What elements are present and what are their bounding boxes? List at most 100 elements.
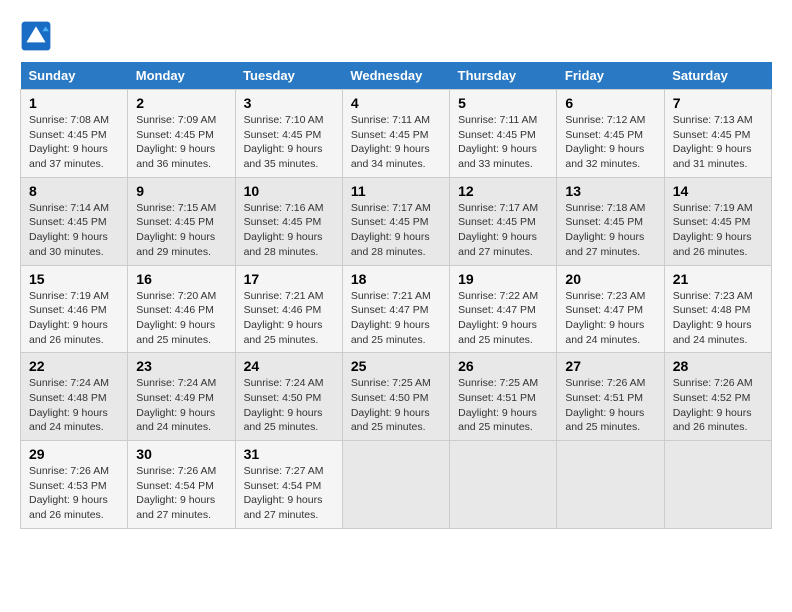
day-info: Sunrise: 7:19 AMSunset: 4:45 PMDaylight:… [673, 201, 763, 260]
day-info: Sunrise: 7:23 AMSunset: 4:47 PMDaylight:… [565, 289, 655, 348]
calendar-cell [450, 441, 557, 529]
calendar-cell: 23 Sunrise: 7:24 AMSunset: 4:49 PMDayligh… [128, 353, 235, 441]
day-info: Sunrise: 7:24 AMSunset: 4:49 PMDaylight:… [136, 376, 226, 435]
day-info: Sunrise: 7:18 AMSunset: 4:45 PMDaylight:… [565, 201, 655, 260]
day-number: 14 [673, 183, 763, 199]
day-info: Sunrise: 7:08 AMSunset: 4:45 PMDaylight:… [29, 113, 119, 172]
col-header-sunday: Sunday [21, 62, 128, 90]
week-row-4: 22 Sunrise: 7:24 AMSunset: 4:48 PMDayligh… [21, 353, 772, 441]
day-number: 8 [29, 183, 119, 199]
calendar-cell: 15 Sunrise: 7:19 AMSunset: 4:46 PMDayligh… [21, 265, 128, 353]
calendar-cell: 12 Sunrise: 7:17 AMSunset: 4:45 PMDayligh… [450, 177, 557, 265]
day-info: Sunrise: 7:09 AMSunset: 4:45 PMDaylight:… [136, 113, 226, 172]
day-number: 12 [458, 183, 548, 199]
calendar-cell: 27 Sunrise: 7:26 AMSunset: 4:51 PMDayligh… [557, 353, 664, 441]
day-number: 26 [458, 358, 548, 374]
day-number: 19 [458, 271, 548, 287]
day-number: 17 [244, 271, 334, 287]
day-info: Sunrise: 7:11 AMSunset: 4:45 PMDaylight:… [458, 113, 548, 172]
calendar-cell [342, 441, 449, 529]
calendar-cell: 5 Sunrise: 7:11 AMSunset: 4:45 PMDaylight… [450, 90, 557, 178]
day-info: Sunrise: 7:24 AMSunset: 4:50 PMDaylight:… [244, 376, 334, 435]
calendar-cell: 28 Sunrise: 7:26 AMSunset: 4:52 PMDayligh… [664, 353, 771, 441]
day-number: 23 [136, 358, 226, 374]
logo [20, 20, 56, 52]
day-number: 1 [29, 95, 119, 111]
calendar-cell: 7 Sunrise: 7:13 AMSunset: 4:45 PMDaylight… [664, 90, 771, 178]
day-number: 30 [136, 446, 226, 462]
day-info: Sunrise: 7:10 AMSunset: 4:45 PMDaylight:… [244, 113, 334, 172]
calendar-cell: 24Sunrise: 7:24 AMSunset: 4:50 PMDayligh… [235, 353, 342, 441]
calendar-cell: 2 Sunrise: 7:09 AMSunset: 4:45 PMDaylight… [128, 90, 235, 178]
day-info: Sunrise: 7:25 AMSunset: 4:51 PMDaylight:… [458, 376, 548, 435]
calendar-cell: 17Sunrise: 7:21 AMSunset: 4:46 PMDayligh… [235, 265, 342, 353]
day-info: Sunrise: 7:22 AMSunset: 4:47 PMDaylight:… [458, 289, 548, 348]
col-header-thursday: Thursday [450, 62, 557, 90]
col-header-monday: Monday [128, 62, 235, 90]
day-info: Sunrise: 7:11 AMSunset: 4:45 PMDaylight:… [351, 113, 441, 172]
calendar-cell: 19 Sunrise: 7:22 AMSunset: 4:47 PMDayligh… [450, 265, 557, 353]
calendar-cell: 26 Sunrise: 7:25 AMSunset: 4:51 PMDayligh… [450, 353, 557, 441]
day-number: 3 [244, 95, 334, 111]
day-info: Sunrise: 7:26 AMSunset: 4:54 PMDaylight:… [136, 464, 226, 523]
day-number: 15 [29, 271, 119, 287]
day-number: 18 [351, 271, 441, 287]
day-number: 21 [673, 271, 763, 287]
calendar-cell: 1 Sunrise: 7:08 AMSunset: 4:45 PMDaylight… [21, 90, 128, 178]
calendar-cell: 22 Sunrise: 7:24 AMSunset: 4:48 PMDayligh… [21, 353, 128, 441]
day-info: Sunrise: 7:23 AMSunset: 4:48 PMDaylight:… [673, 289, 763, 348]
page-header [20, 20, 772, 52]
day-number: 31 [244, 446, 334, 462]
week-row-1: 1 Sunrise: 7:08 AMSunset: 4:45 PMDaylight… [21, 90, 772, 178]
week-row-2: 8 Sunrise: 7:14 AMSunset: 4:45 PMDaylight… [21, 177, 772, 265]
day-info: Sunrise: 7:27 AMSunset: 4:54 PMDaylight:… [244, 464, 334, 523]
day-info: Sunrise: 7:17 AMSunset: 4:45 PMDaylight:… [458, 201, 548, 260]
week-row-3: 15 Sunrise: 7:19 AMSunset: 4:46 PMDayligh… [21, 265, 772, 353]
day-info: Sunrise: 7:26 AMSunset: 4:53 PMDaylight:… [29, 464, 119, 523]
day-number: 4 [351, 95, 441, 111]
day-number: 29 [29, 446, 119, 462]
day-info: Sunrise: 7:17 AMSunset: 4:45 PMDaylight:… [351, 201, 441, 260]
week-row-5: 29 Sunrise: 7:26 AMSunset: 4:53 PMDayligh… [21, 441, 772, 529]
col-header-wednesday: Wednesday [342, 62, 449, 90]
calendar-cell: 18 Sunrise: 7:21 AMSunset: 4:47 PMDayligh… [342, 265, 449, 353]
day-info: Sunrise: 7:24 AMSunset: 4:48 PMDaylight:… [29, 376, 119, 435]
calendar-cell: 10 Sunrise: 7:16 AMSunset: 4:45 PMDayligh… [235, 177, 342, 265]
day-info: Sunrise: 7:19 AMSunset: 4:46 PMDaylight:… [29, 289, 119, 348]
calendar-cell: 21 Sunrise: 7:23 AMSunset: 4:48 PMDayligh… [664, 265, 771, 353]
day-info: Sunrise: 7:16 AMSunset: 4:45 PMDaylight:… [244, 201, 334, 260]
calendar-cell: 31 Sunrise: 7:27 AMSunset: 4:54 PMDayligh… [235, 441, 342, 529]
calendar-cell: 29 Sunrise: 7:26 AMSunset: 4:53 PMDayligh… [21, 441, 128, 529]
day-info: Sunrise: 7:26 AMSunset: 4:52 PMDaylight:… [673, 376, 763, 435]
calendar-cell: 11Sunrise: 7:17 AMSunset: 4:45 PMDayligh… [342, 177, 449, 265]
day-info: Sunrise: 7:15 AMSunset: 4:45 PMDaylight:… [136, 201, 226, 260]
calendar-cell: 3 Sunrise: 7:10 AMSunset: 4:45 PMDaylight… [235, 90, 342, 178]
day-info: Sunrise: 7:25 AMSunset: 4:50 PMDaylight:… [351, 376, 441, 435]
day-number: 2 [136, 95, 226, 111]
col-header-tuesday: Tuesday [235, 62, 342, 90]
header-row: SundayMondayTuesdayWednesdayThursdayFrid… [21, 62, 772, 90]
day-number: 16 [136, 271, 226, 287]
day-number: 7 [673, 95, 763, 111]
day-number: 28 [673, 358, 763, 374]
day-number: 13 [565, 183, 655, 199]
calendar-cell: 13 Sunrise: 7:18 AMSunset: 4:45 PMDayligh… [557, 177, 664, 265]
day-info: Sunrise: 7:14 AMSunset: 4:45 PMDaylight:… [29, 201, 119, 260]
calendar-cell: 6Sunrise: 7:12 AMSunset: 4:45 PMDaylight… [557, 90, 664, 178]
day-number: 27 [565, 358, 655, 374]
day-info: Sunrise: 7:13 AMSunset: 4:45 PMDaylight:… [673, 113, 763, 172]
calendar-cell [557, 441, 664, 529]
day-number: 22 [29, 358, 119, 374]
calendar-cell: 16Sunrise: 7:20 AMSunset: 4:46 PMDayligh… [128, 265, 235, 353]
day-number: 6 [565, 95, 655, 111]
day-info: Sunrise: 7:21 AMSunset: 4:47 PMDaylight:… [351, 289, 441, 348]
calendar-table: SundayMondayTuesdayWednesdayThursdayFrid… [20, 62, 772, 529]
day-number: 20 [565, 271, 655, 287]
day-number: 5 [458, 95, 548, 111]
calendar-cell: 8 Sunrise: 7:14 AMSunset: 4:45 PMDaylight… [21, 177, 128, 265]
calendar-cell: 30 Sunrise: 7:26 AMSunset: 4:54 PMDayligh… [128, 441, 235, 529]
day-number: 10 [244, 183, 334, 199]
day-info: Sunrise: 7:26 AMSunset: 4:51 PMDaylight:… [565, 376, 655, 435]
logo-icon [20, 20, 52, 52]
calendar-cell: 9Sunrise: 7:15 AMSunset: 4:45 PMDaylight… [128, 177, 235, 265]
